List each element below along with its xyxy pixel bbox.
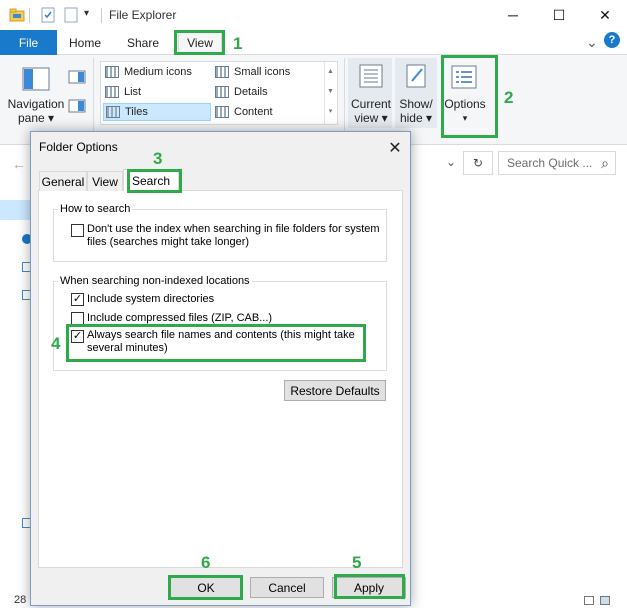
list-icon [105,86,119,98]
navigation-pane [0,184,30,594]
layout-tiles-label: Tiles [125,106,148,118]
tab-home[interactable]: Home [62,30,108,55]
small-icons-icon [215,66,229,78]
dialog-close-button[interactable]: ✕ [383,137,407,159]
annotation-number-5: 5 [352,553,362,572]
dont-use-index-line1: Don't use the index when searching in fi… [87,223,380,235]
back-icon[interactable]: ← [12,156,26,172]
window-title: File Explorer [109,8,177,22]
help-icon[interactable]: ? [604,32,620,48]
show-hide-button[interactable]: Show/ hide ▾ [394,97,438,125]
navigation-pane-button[interactable]: Navigation pane ▾ [4,97,68,125]
layout-details[interactable]: Details [215,83,321,101]
annotation-box-4 [66,324,366,362]
address-dropdown-icon[interactable]: ⌄ [446,155,456,169]
content-icon [215,106,229,118]
minimize-button[interactable]: ─ [490,0,536,30]
layout-content-label: Content [234,106,273,118]
tab-file[interactable]: File [0,30,57,55]
dont-use-index-line2: files (searches might take longer) [87,236,250,248]
refresh-icon: ↻ [472,156,484,170]
include-system-dirs-checkbox[interactable]: ✓ [71,293,84,306]
divider [101,8,102,23]
search-placeholder: Search Quick ... [507,156,593,170]
current-view-arrow: view ▾ [354,111,388,125]
dont-use-index-checkbox[interactable] [71,224,84,237]
tiles-icon [106,106,120,118]
customize-toolbar-icon[interactable]: ▾ [84,8,89,19]
how-to-search-title: How to search [58,203,133,215]
divider [93,58,94,136]
maximize-button[interactable]: ☐ [536,0,582,30]
annotation-number-4: 4 [51,334,61,353]
show-hide-label: Show/ [399,97,433,111]
details-view-icon[interactable] [584,596,594,605]
layout-content[interactable]: Content [215,103,321,121]
close-button[interactable]: ✕ [582,0,627,30]
annotation-number-1: 1 [233,34,243,53]
properties-icon[interactable] [40,7,56,23]
refresh-button[interactable]: ↻ [463,151,493,175]
tab-general[interactable]: General [39,171,87,191]
divider [29,8,30,23]
annotation-box-6 [168,575,243,600]
gallery-scroll[interactable]: ▲ ▼ ▾ [324,62,336,124]
tab-share[interactable]: Share [120,30,166,55]
annotation-number-2: 2 [504,88,514,107]
layout-medium-icons-label: Medium icons [124,66,192,78]
show-hide-icon [404,63,430,92]
current-view-button[interactable]: Current view ▾ [348,97,394,125]
details-pane-icon[interactable] [68,99,86,116]
tab-view-dialog[interactable]: View [87,171,123,191]
large-icons-view-icon[interactable] [600,596,610,605]
include-system-dirs-label: Include system directories [87,293,215,305]
item-count: 28 [14,594,27,606]
show-hide-arrow: hide ▾ [399,111,433,125]
annotation-box-5 [334,574,405,599]
annotation-number-3: 3 [153,149,163,168]
medium-icons-icon [105,66,119,78]
search-input[interactable]: Search Quick ... ⌕ [498,151,616,175]
layout-list-label: List [124,86,142,98]
navigation-pane-label: Navigation [7,97,65,111]
annotation-box-2 [441,55,498,138]
divider [344,58,345,136]
navigation-pane-icon [22,67,50,94]
nav-quick-access-selected[interactable] [0,200,30,220]
non-indexed-title: When searching non-indexed locations [58,275,252,287]
new-folder-icon[interactable] [63,7,79,23]
annotation-box-3 [127,169,182,193]
folder-icon [9,7,25,23]
layout-details-label: Details [234,86,268,98]
ribbon-expand-icon[interactable]: ⌄ [586,34,598,51]
annotation-number-6: 6 [201,553,211,572]
navigation-pane-arrow: pane ▾ [17,111,55,125]
current-view-icon [358,63,384,92]
dont-use-index-label: Don't use the index when searching in fi… [87,223,382,249]
preview-pane-icon[interactable] [68,70,86,87]
current-view-label: Current [350,97,391,111]
cancel-button[interactable]: Cancel [250,577,324,598]
layout-small-icons-label: Small icons [234,66,291,78]
details-icon [215,86,229,98]
annotation-box-1 [174,30,225,55]
layout-small-icons[interactable]: Small icons [215,63,321,81]
dialog-title: Folder Options [39,140,118,154]
restore-defaults-button[interactable]: Restore Defaults [284,380,386,401]
search-icon: ⌕ [601,155,609,171]
check-icon: ✓ [72,293,83,305]
layout-medium-icons[interactable]: Medium icons [105,63,211,81]
layout-tiles[interactable]: Tiles [103,103,211,121]
layout-list[interactable]: List [105,83,211,101]
